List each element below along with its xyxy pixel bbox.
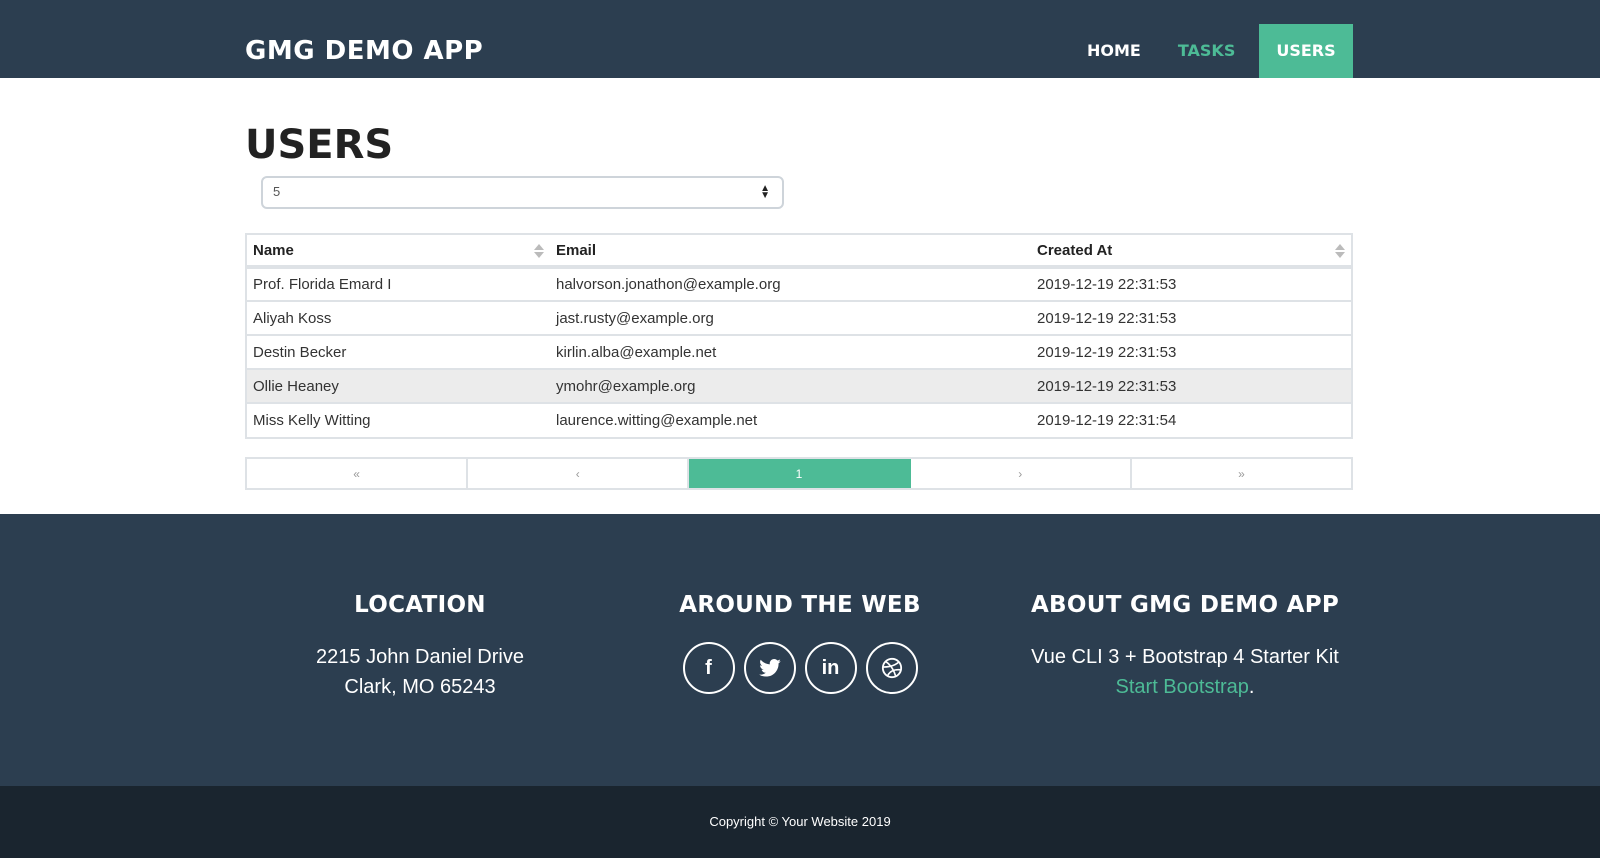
header-name[interactable]: Name (247, 235, 550, 269)
footer-about: ABOUT GMG DEMO APP Vue CLI 3 + Bootstrap… (995, 592, 1375, 702)
cell-email: jast.rusty@example.org (550, 300, 1031, 335)
nav-home[interactable]: HOME (1070, 24, 1158, 78)
brand-logo[interactable]: GMG DEMO APP (245, 36, 483, 66)
navbar: GMG DEMO APP HOME TASKS USERS (0, 0, 1600, 78)
page-current-button[interactable]: 1 (689, 459, 911, 488)
cell-created-at: 2019-12-19 22:31:53 (1031, 334, 1351, 369)
cell-created-at: 2019-12-19 22:31:54 (1031, 402, 1351, 437)
cell-name: Prof. Florida Emard I (247, 266, 550, 301)
footer-location: LOCATION 2215 John Daniel Drive Clark, M… (270, 592, 570, 702)
sort-icon[interactable] (534, 244, 544, 260)
nav-links: HOME TASKS USERS (1070, 24, 1353, 78)
select-arrows-icon: ▲ ▼ (760, 183, 770, 201)
users-table: Name Email Created At Prof. Florida Emar… (245, 233, 1353, 439)
start-bootstrap-link[interactable]: Start Bootstrap (1116, 676, 1249, 698)
cell-name: Ollie Heaney (247, 368, 550, 403)
page-prev-button[interactable]: ‹ (468, 459, 690, 488)
about-text: Vue CLI 3 + Bootstrap 4 Starter Kit (1031, 646, 1339, 668)
linkedin-icon[interactable]: in (804, 642, 857, 694)
copyright-text: Copyright © Your Website 2019 (709, 814, 891, 829)
around-web-heading: AROUND THE WEB (679, 592, 921, 618)
footer-around-web: AROUND THE WEB f in (640, 592, 960, 694)
address-line-1: 2215 John Daniel Drive (316, 646, 524, 668)
header-created-at[interactable]: Created At (1031, 235, 1351, 269)
cell-name: Aliyah Koss (247, 300, 550, 335)
cell-email: ymohr@example.org (550, 368, 1031, 403)
cell-created-at: 2019-12-19 22:31:53 (1031, 368, 1351, 403)
table-row[interactable]: Destin Becker kirlin.alba@example.net 20… (247, 334, 1351, 369)
pagination: « ‹ 1 › » (245, 457, 1353, 490)
cell-name: Destin Becker (247, 334, 550, 369)
cell-email: laurence.witting@example.net (550, 402, 1031, 437)
nav-users[interactable]: USERS (1259, 24, 1353, 78)
table-row[interactable]: Aliyah Koss jast.rusty@example.org 2019-… (247, 300, 1351, 335)
per-page-value: 5 (273, 184, 281, 199)
cell-email: kirlin.alba@example.net (550, 334, 1031, 369)
about-link-line: Start Bootstrap. (1115, 676, 1255, 698)
address-line-2: Clark, MO 65243 (344, 676, 496, 698)
page-next-button[interactable]: › (911, 459, 1132, 488)
facebook-icon[interactable]: f (682, 642, 735, 694)
copyright-bar: Copyright © Your Website 2019 (0, 786, 1600, 858)
table-row[interactable]: Prof. Florida Emard I halvorson.jonathon… (247, 266, 1351, 301)
page-first-button[interactable]: « (247, 459, 469, 488)
about-heading: ABOUT GMG DEMO APP (1030, 592, 1340, 618)
nav-tasks[interactable]: TASKS (1158, 24, 1260, 78)
page-title: USERS (245, 122, 394, 168)
sort-icon[interactable] (1335, 244, 1345, 260)
twitter-icon[interactable] (743, 642, 796, 694)
cell-name: Miss Kelly Witting (247, 402, 550, 437)
social-links: f in (640, 642, 960, 694)
cell-created-at: 2019-12-19 22:31:53 (1031, 300, 1351, 335)
table-header-row: Name Email Created At (247, 235, 1351, 269)
location-heading: LOCATION (354, 592, 486, 618)
table-row[interactable]: Ollie Heaney ymohr@example.org 2019-12-1… (247, 368, 1351, 403)
table-row[interactable]: Miss Kelly Witting laurence.witting@exam… (247, 402, 1351, 437)
cell-created-at: 2019-12-19 22:31:53 (1031, 266, 1351, 301)
page-last-button[interactable]: » (1132, 459, 1351, 488)
dribbble-icon[interactable] (865, 642, 918, 694)
per-page-select[interactable]: 5 ▲ ▼ (261, 176, 784, 209)
footer: LOCATION 2215 John Daniel Drive Clark, M… (0, 514, 1600, 786)
cell-email: halvorson.jonathon@example.org (550, 266, 1031, 301)
header-email: Email (550, 235, 1031, 269)
